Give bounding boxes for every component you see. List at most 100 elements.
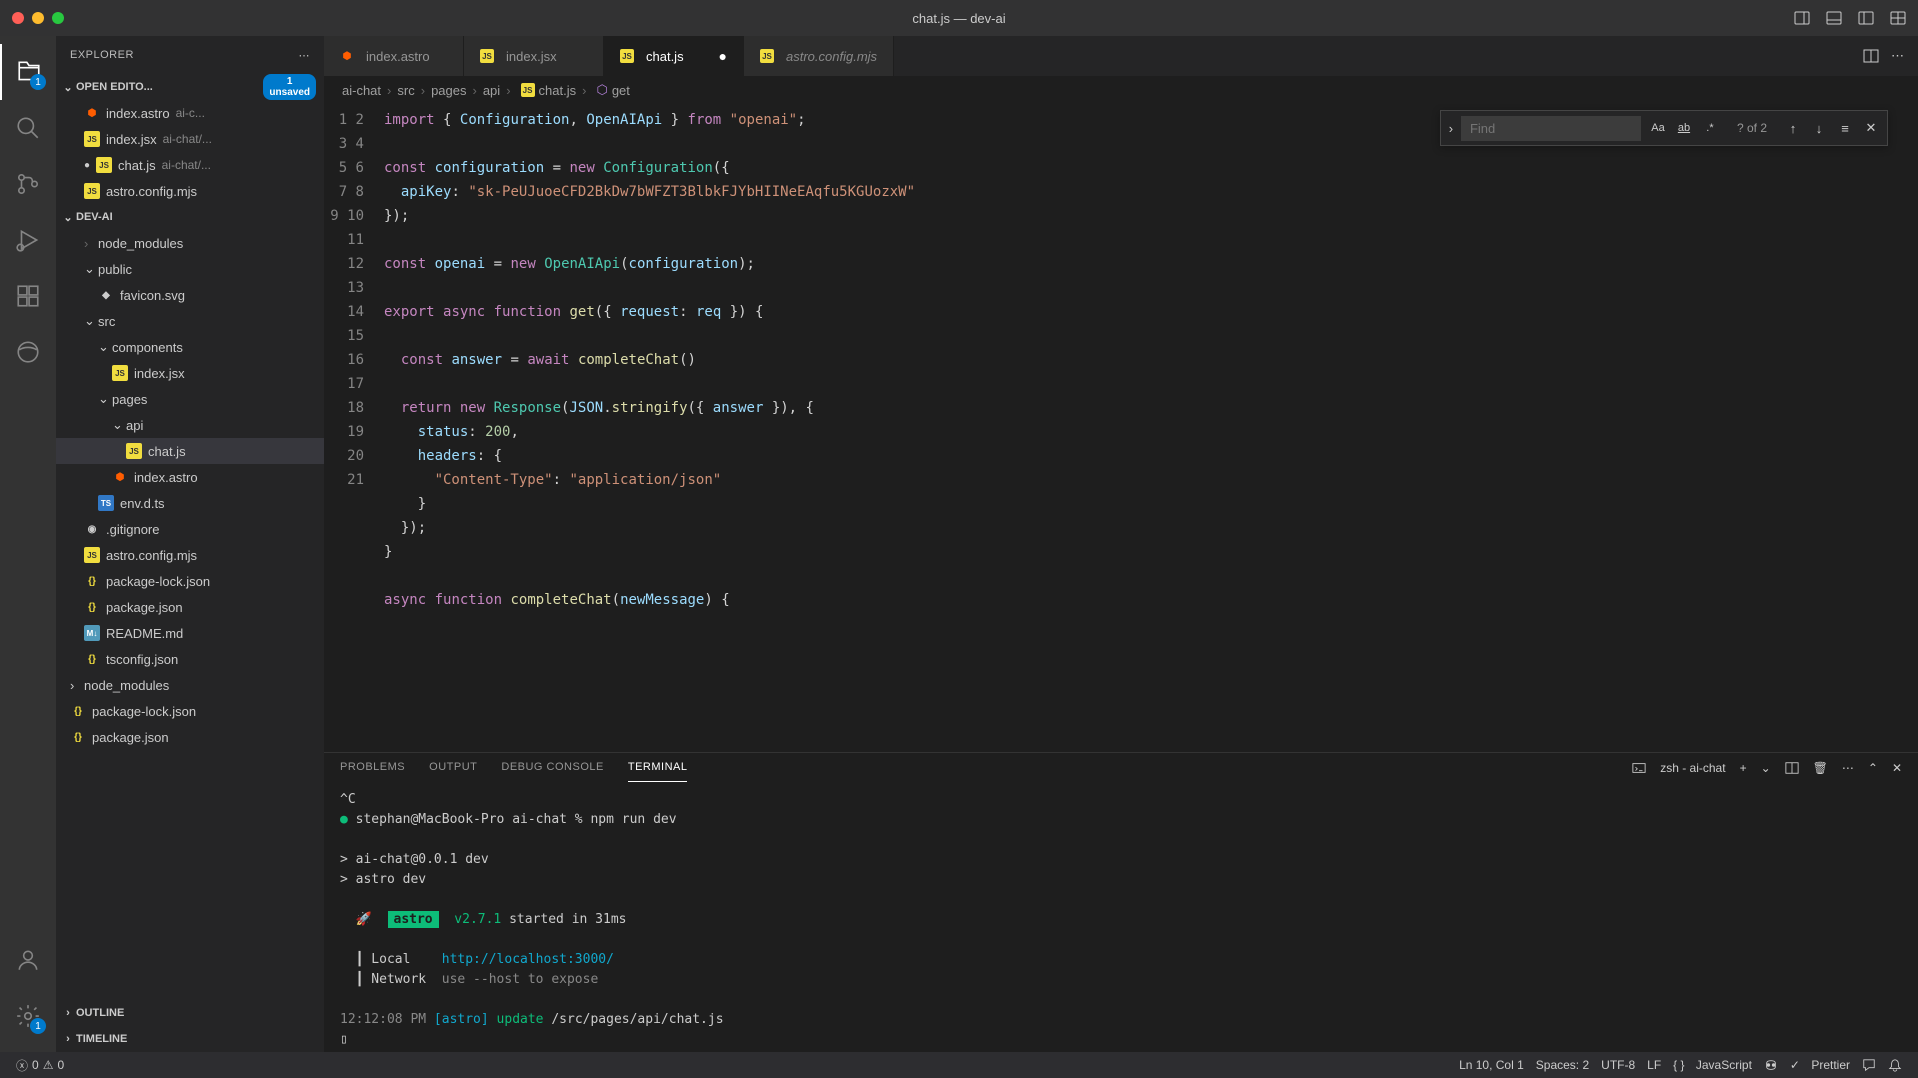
- window-title: chat.js — dev-ai: [912, 11, 1005, 26]
- more-actions-icon[interactable]: ⋯: [1891, 48, 1904, 64]
- split-editor-icon[interactable]: [1863, 48, 1879, 64]
- folder-item[interactable]: ⌄public: [56, 256, 324, 282]
- bottom-panel-icon[interactable]: [1826, 10, 1842, 26]
- maximize-panel-icon[interactable]: ⌃: [1868, 761, 1878, 775]
- layout-icon[interactable]: [1890, 10, 1906, 26]
- problems-status[interactable]: ⓧ 0 ⚠ 0: [10, 1057, 70, 1074]
- panel-tab[interactable]: OUTPUT: [429, 753, 477, 782]
- folder-item[interactable]: ⌄api: [56, 412, 324, 438]
- whole-word-icon[interactable]: ab: [1673, 117, 1695, 139]
- find-expand-icon[interactable]: ›: [1441, 111, 1461, 145]
- edge-tools-activity[interactable]: [0, 324, 56, 380]
- open-editor-item[interactable]: JSchat.jsai-chat/...: [56, 152, 324, 178]
- regex-icon[interactable]: .*: [1699, 117, 1721, 139]
- extensions-activity[interactable]: [0, 268, 56, 324]
- new-terminal-icon[interactable]: +: [1740, 761, 1747, 775]
- file-item[interactable]: JSchat.js: [56, 438, 324, 464]
- breadcrumbs[interactable]: ai-chat›src›pages›api›JSchat.js›⬡get: [324, 76, 1918, 104]
- sidebar: EXPLORER ⋯ ⌄ OPEN EDITO... 1unsaved ⬢ind…: [56, 36, 324, 1052]
- eol[interactable]: LF: [1641, 1058, 1667, 1072]
- explorer-activity[interactable]: 1: [0, 44, 56, 100]
- panel-tab[interactable]: PROBLEMS: [340, 753, 405, 782]
- file-item[interactable]: {}package-lock.json: [56, 698, 324, 724]
- file-item[interactable]: M↓README.md: [56, 620, 324, 646]
- unsaved-badge: 1unsaved: [263, 74, 316, 100]
- breadcrumb-item[interactable]: chat.js: [539, 83, 577, 98]
- outline-section[interactable]: › OUTLINE: [56, 1000, 324, 1026]
- open-editor-item[interactable]: ⬢index.astroai-c...: [56, 100, 324, 126]
- more-terminal-icon[interactable]: ⋯: [1842, 761, 1854, 775]
- file-item[interactable]: TSenv.d.ts: [56, 490, 324, 516]
- terminal-dropdown-icon[interactable]: ⌄: [1761, 761, 1771, 775]
- indentation[interactable]: Spaces: 2: [1530, 1058, 1595, 1072]
- close-window[interactable]: [12, 12, 24, 24]
- terminal-profile-icon[interactable]: [1632, 761, 1646, 775]
- open-editors-section[interactable]: ⌄ OPEN EDITO... 1unsaved: [56, 74, 324, 100]
- editor-tab[interactable]: JSchat.js●: [604, 36, 744, 76]
- copilot-icon[interactable]: [1758, 1058, 1784, 1072]
- activity-bar: 1 1: [0, 36, 56, 1052]
- breadcrumb-item[interactable]: api: [483, 83, 500, 98]
- run-debug-activity[interactable]: [0, 212, 56, 268]
- kill-terminal-icon[interactable]: 🗑: [1813, 761, 1828, 775]
- folder-item[interactable]: ⌄pages: [56, 386, 324, 412]
- panel-tab[interactable]: TERMINAL: [628, 753, 688, 782]
- editor-tab[interactable]: JSastro.config.mjs: [744, 36, 894, 76]
- notifications-icon[interactable]: [1882, 1058, 1908, 1072]
- breadcrumb-item[interactable]: pages: [431, 83, 466, 98]
- more-icon[interactable]: ⋯: [299, 49, 311, 62]
- file-item[interactable]: JSindex.jsx: [56, 360, 324, 386]
- file-item[interactable]: {}tsconfig.json: [56, 646, 324, 672]
- folder-item[interactable]: ⌄src: [56, 308, 324, 334]
- file-item[interactable]: {}package.json: [56, 724, 324, 750]
- find-close-icon[interactable]: ✕: [1859, 116, 1883, 140]
- find-prev-icon[interactable]: ↑: [1781, 116, 1805, 140]
- open-editor-item[interactable]: JSindex.jsxai-chat/...: [56, 126, 324, 152]
- cursor-position[interactable]: Ln 10, Col 1: [1453, 1058, 1530, 1072]
- close-panel-icon[interactable]: ✕: [1892, 761, 1902, 775]
- editor-tab[interactable]: ⬢index.astro: [324, 36, 464, 76]
- find-widget: › Aa ab .* ? of 2 ↑ ↓ ≡ ✕: [1440, 110, 1888, 146]
- find-input[interactable]: [1461, 116, 1641, 141]
- accounts-activity[interactable]: [0, 932, 56, 988]
- find-selection-icon[interactable]: ≡: [1833, 116, 1857, 140]
- match-case-icon[interactable]: Aa: [1647, 117, 1669, 139]
- find-next-icon[interactable]: ↓: [1807, 116, 1831, 140]
- timeline-section[interactable]: › TIMELINE: [56, 1026, 324, 1052]
- breadcrumb-item[interactable]: src: [397, 83, 414, 98]
- file-item[interactable]: ◆favicon.svg: [56, 282, 324, 308]
- folder-item[interactable]: ›node_modules: [56, 230, 324, 256]
- maximize-window[interactable]: [52, 12, 64, 24]
- feedback-icon[interactable]: [1856, 1058, 1882, 1072]
- settings-badge: 1: [30, 1018, 46, 1034]
- file-item[interactable]: {}package-lock.json: [56, 568, 324, 594]
- folder-item[interactable]: ⌄components: [56, 334, 324, 360]
- terminal[interactable]: ^C ● stephan@MacBook-Pro ai-chat % npm r…: [324, 782, 1918, 1058]
- split-terminal-icon[interactable]: [1785, 761, 1799, 775]
- code-editor[interactable]: 1 2 3 4 5 6 7 8 9 10 11 12 13 14 15 16 1…: [324, 104, 1918, 752]
- project-section[interactable]: ⌄ DEV-AI: [56, 204, 324, 230]
- file-item[interactable]: JSastro.config.mjs: [56, 542, 324, 568]
- terminal-name[interactable]: zsh - ai-chat: [1660, 761, 1725, 775]
- encoding[interactable]: UTF-8: [1595, 1058, 1641, 1072]
- search-activity[interactable]: [0, 100, 56, 156]
- panel-tab[interactable]: DEBUG CONSOLE: [501, 753, 603, 782]
- file-item[interactable]: ◉.gitignore: [56, 516, 324, 542]
- source-control-activity[interactable]: [0, 156, 56, 212]
- settings-activity[interactable]: 1: [0, 988, 56, 1044]
- prettier-status[interactable]: ✓ Prettier: [1784, 1058, 1856, 1072]
- file-item[interactable]: ⬢index.astro: [56, 464, 324, 490]
- breadcrumb-item[interactable]: get: [612, 83, 630, 98]
- panel-toggle-icon[interactable]: [1794, 10, 1810, 26]
- open-editor-item[interactable]: JSastro.config.mjs: [56, 178, 324, 204]
- find-results: ? of 2: [1727, 121, 1777, 135]
- right-panel-icon[interactable]: [1858, 10, 1874, 26]
- error-icon: ⓧ: [16, 1057, 28, 1074]
- editor-tab[interactable]: JSindex.jsx: [464, 36, 604, 76]
- folder-item[interactable]: ›node_modules: [56, 672, 324, 698]
- minimize-window[interactable]: [32, 12, 44, 24]
- tabs-bar: ⬢index.astroJSindex.jsxJSchat.js●JSastro…: [324, 36, 1918, 76]
- breadcrumb-item[interactable]: ai-chat: [342, 83, 381, 98]
- language-mode[interactable]: { } JavaScript: [1667, 1058, 1758, 1072]
- file-item[interactable]: {}package.json: [56, 594, 324, 620]
